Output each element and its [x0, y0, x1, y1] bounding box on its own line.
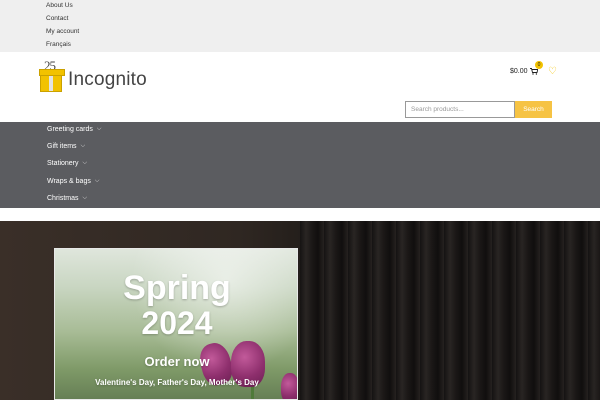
- cart-icon: [529, 68, 538, 75]
- chevron-down-icon: ⌵: [80, 143, 86, 149]
- search-input[interactable]: [405, 101, 515, 118]
- nav-item-gift-items[interactable]: Gift items ⌵: [47, 143, 85, 150]
- hero-background-curtain: [300, 221, 600, 400]
- chevron-down-icon: ⌵: [82, 160, 88, 166]
- nav-item-christmas[interactable]: Christmas ⌵: [47, 195, 87, 202]
- nav-item-label: Christmas: [47, 195, 79, 202]
- nav-item-stationery[interactable]: Stationery ⌵: [47, 160, 87, 167]
- top-utility-bar: About Us Contact My account Français: [0, 0, 600, 52]
- wishlist-heart-icon[interactable]: ♡: [548, 66, 557, 77]
- promo-title-line1: Spring: [123, 269, 231, 307]
- nav-item-label: Wraps & bags: [47, 178, 91, 185]
- chevron-down-icon: ⌵: [94, 178, 100, 184]
- chevron-down-icon: ⌵: [96, 126, 102, 132]
- nav-item-wraps-bags[interactable]: Wraps & bags ⌵: [47, 178, 99, 185]
- cart-count-badge: 0: [535, 61, 543, 69]
- promo-occasions: Valentine's Day, Father's Day, Mother's …: [95, 378, 259, 387]
- nav-item-label: Stationery: [47, 160, 79, 167]
- nav-item-label: Gift items: [47, 143, 77, 150]
- promo-title-line2: 2024: [141, 305, 213, 341]
- language-link[interactable]: Français: [46, 41, 71, 49]
- nav-item-greeting-cards[interactable]: Greeting cards ⌵: [47, 126, 101, 133]
- gift-box-icon: [39, 69, 65, 92]
- nav-item-label: Greeting cards: [47, 126, 93, 133]
- my-account-link[interactable]: My account: [46, 28, 79, 36]
- chevron-down-icon: ⌵: [82, 195, 88, 201]
- about-us-link[interactable]: About Us: [46, 2, 73, 10]
- spacer: [0, 208, 600, 221]
- search-button[interactable]: Search: [515, 101, 552, 118]
- site-logo[interactable]: 25 Incognito: [39, 58, 150, 92]
- order-now-link[interactable]: Order now: [55, 355, 297, 369]
- logo-name: Incognito: [68, 69, 147, 90]
- main-navigation: Greeting cards ⌵ Gift items ⌵ Stationery…: [0, 122, 600, 208]
- contact-link[interactable]: Contact: [46, 15, 68, 23]
- cart-button[interactable]: $0.00 0: [510, 61, 543, 75]
- site-header: 25 Incognito $0.00 0 ♡ Search: [0, 52, 600, 122]
- cart-amount: $0.00: [510, 68, 528, 75]
- promo-card[interactable]: Spring 2024 Order now Valentine's Day, F…: [54, 248, 298, 400]
